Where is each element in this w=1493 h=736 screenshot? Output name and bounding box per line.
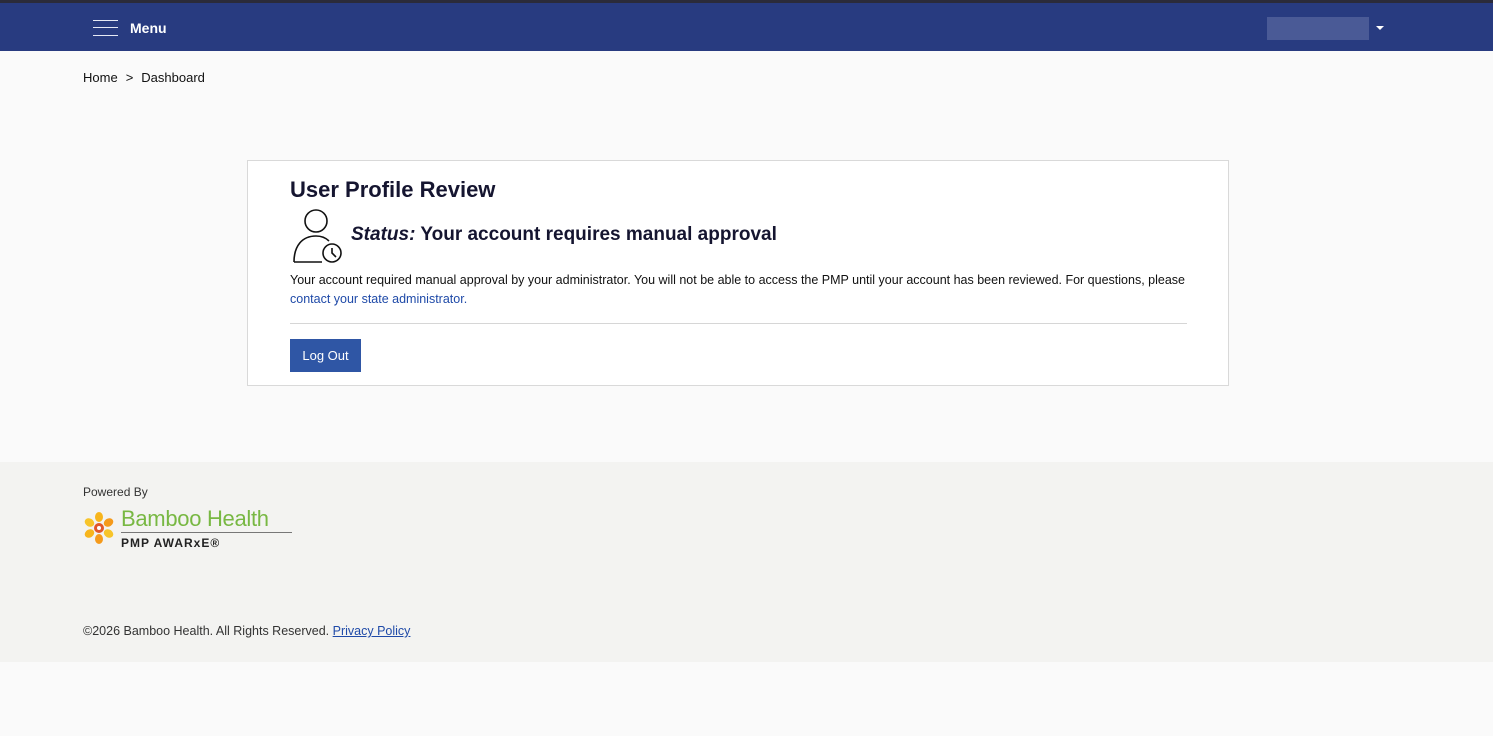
- logo-divider: [121, 532, 292, 533]
- logout-button[interactable]: Log Out: [290, 339, 361, 372]
- logo-name: Bamboo Health: [121, 506, 269, 531]
- hamburger-icon: [93, 19, 118, 37]
- copyright-text: ©2026 Bamboo Health. All Rights Reserved…: [83, 624, 330, 638]
- breadcrumb: Home > Dashboard: [83, 70, 205, 85]
- breadcrumb-separator: >: [125, 70, 134, 85]
- profile-review-card: User Profile Review Status: Your account…: [247, 160, 1229, 386]
- caret-down-icon: [1376, 26, 1384, 30]
- powered-by-label: Powered By: [83, 485, 148, 499]
- menu-label: Menu: [130, 20, 167, 36]
- user-pending-icon: [293, 209, 342, 263]
- navbar: Menu: [0, 3, 1493, 51]
- privacy-policy-link[interactable]: Privacy Policy: [333, 624, 411, 638]
- contact-admin-link[interactable]: contact your state administrator.: [290, 292, 467, 306]
- page-title: User Profile Review: [290, 177, 496, 202]
- status-text: Your account requires manual approval: [420, 224, 777, 245]
- description-text: Your account required manual approval by…: [290, 273, 1185, 287]
- copyright: ©2026 Bamboo Health. All Rights Reserved…: [83, 624, 410, 638]
- logo-subtitle: PMP AWARxE®: [121, 536, 221, 550]
- status-line: Status: Your account requires manual app…: [351, 224, 777, 246]
- breadcrumb-current: Dashboard: [141, 70, 205, 85]
- status-label: Status:: [351, 224, 416, 245]
- breadcrumb-home-link[interactable]: Home: [83, 70, 118, 85]
- user-name-redacted: [1267, 16, 1369, 40]
- menu-button[interactable]: Menu: [93, 17, 167, 39]
- bamboo-health-logo-icon: [84, 512, 114, 544]
- divider: [290, 323, 1187, 324]
- status-description: Your account required manual approval by…: [290, 271, 1190, 309]
- user-dropdown[interactable]: [1267, 16, 1385, 40]
- bamboo-health-logo: Bamboo Health PMP AWARxE®: [83, 506, 303, 551]
- footer: Powered By Bamboo Health PMP AWARxE® ©20…: [0, 462, 1493, 662]
